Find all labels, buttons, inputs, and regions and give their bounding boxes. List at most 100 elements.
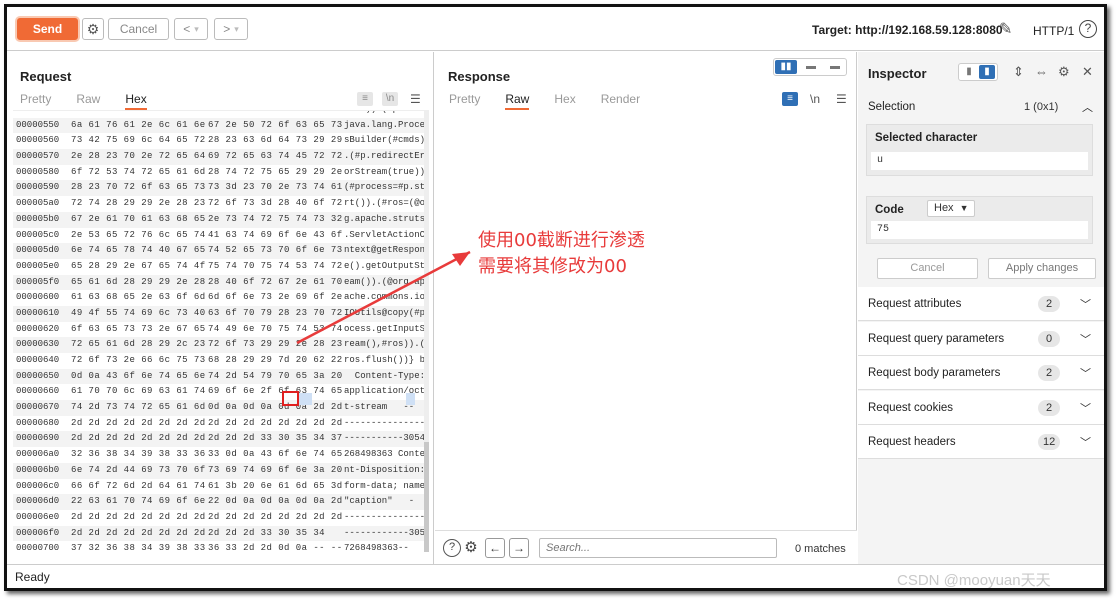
hex-row[interactable]: 00000660 61 70 70 6c 69 63 61 74 69 6f 6e … [13, 384, 428, 400]
inspector-section[interactable]: Request cookies 2 ﹀ [858, 390, 1104, 425]
request-tabs: Pretty Raw Hex [20, 92, 172, 110]
back-button[interactable]: < ▾ [174, 18, 208, 40]
chevron-down-icon[interactable]: ﹀ [1080, 331, 1091, 347]
inspector-section[interactable]: Request attributes 2 ﹀ [858, 287, 1104, 321]
forward-button[interactable]: > ▾ [214, 18, 248, 40]
hex-bytes-group2: 36 33 2d 2d 0d 0a -- -- [208, 543, 343, 552]
tab-raw[interactable]: Raw [76, 92, 100, 110]
hex-row[interactable]: 00000630 72 65 61 6d 28 29 2c 23 72 6f 73 … [13, 337, 428, 353]
hex-row[interactable]: 000006d0 22 63 61 70 74 69 6f 6e 22 0d 0a … [13, 494, 428, 510]
annotation-line-2: 需要将其修改为00 [478, 256, 627, 277]
gear-icon[interactable]: ⚙ [82, 18, 104, 40]
hex-row[interactable]: 00000670 74 2d 73 74 72 65 61 6d 0d 0a 0d … [13, 400, 428, 416]
tab-hex[interactable]: Hex [125, 92, 147, 110]
hex-bytes-group1: 61 63 68 65 2e 63 6f 6d [71, 292, 206, 303]
expand-icon[interactable]: ⇕ [1013, 64, 1024, 80]
selection-value: 1 (0x1) [1024, 101, 1059, 113]
hex-row[interactable]: 00000600 61 63 68 65 2e 63 6f 6d 6d 6f 6e … [13, 290, 428, 306]
next-match-button[interactable]: → [509, 538, 529, 558]
hex-row[interactable]: 000005a0 72 74 28 29 29 2e 28 23 72 6f 73 … [13, 196, 428, 212]
layout-right-icon[interactable]: ▮ [979, 65, 995, 79]
code-value-field[interactable]: 75 [871, 221, 1088, 239]
hex-offset: 00000610 [16, 307, 60, 318]
hex-row[interactable]: 00000610 49 4f 55 74 69 6c 73 40 63 6f 70 … [13, 305, 428, 322]
layout-left-icon[interactable]: ▮ [961, 65, 977, 79]
hex-row[interactable]: 00000690 2d 2d 2d 2d 2d 2d 2d 2d 2d 2d 2d … [13, 431, 428, 448]
cancel-changes-button[interactable]: Cancel [877, 258, 978, 279]
apply-changes-button[interactable]: Apply changes [988, 258, 1096, 279]
hex-row[interactable]: 00000540 23 65 6d 74 29 29 2e 28 23 70 3d … [13, 111, 428, 118]
hex-ascii: sBuilder(#cmds)) [344, 135, 428, 146]
tab-raw[interactable]: Raw [505, 92, 530, 110]
http-version[interactable]: HTTP/1 [1033, 24, 1074, 38]
hex-bytes-group2: 75 74 70 75 74 53 74 72 [208, 260, 343, 271]
hex-row[interactable]: 00000550 6a 61 76 61 2e 6c 61 6e 67 2e 50 … [13, 117, 428, 134]
settings-icon[interactable]: ⚙ [1058, 64, 1070, 80]
inspector-section[interactable]: Request body parameters 2 ﹀ [858, 356, 1104, 390]
split-horizontal-icon[interactable]: ▮▮ [775, 60, 797, 74]
collapse-icon[interactable]: ⇔ [1035, 64, 1048, 79]
newline-icon[interactable]: \n [810, 92, 820, 106]
send-button[interactable]: Send [17, 18, 78, 40]
hex-row[interactable]: 000006b0 6e 74 2d 44 69 73 70 6f 73 69 74 … [13, 462, 428, 479]
hex-ascii: ---------------- [344, 417, 428, 428]
chevron-down-icon[interactable]: ﹀ [1080, 400, 1091, 416]
wrap-icon[interactable]: ≡ [782, 92, 798, 106]
hex-row[interactable]: 000005c0 2e 53 65 72 76 6c 65 74 41 63 74 … [13, 228, 428, 244]
hex-row[interactable]: 000006a0 32 36 38 34 39 38 33 36 33 0d 0a … [13, 447, 428, 463]
chevron-down-icon[interactable]: ﹀ [1080, 296, 1091, 312]
hex-row[interactable]: 000005b0 67 2e 61 70 61 63 68 65 2e 73 74 … [13, 211, 428, 228]
wrap-icon[interactable]: ≡ [357, 92, 373, 106]
code-format-select[interactable]: Hex ▼ [927, 200, 975, 217]
tab-pretty[interactable]: Pretty [449, 92, 480, 110]
help-icon[interactable]: ? [1079, 20, 1097, 38]
hex-row[interactable]: 000005f0 65 61 6d 28 29 29 2e 28 28 40 6f … [13, 274, 428, 291]
hex-row[interactable]: 00000580 6f 72 53 74 72 65 61 6d 28 74 72 … [13, 165, 428, 181]
search-input[interactable] [539, 538, 777, 558]
section-count-badge: 2 [1038, 399, 1060, 416]
tab-hex[interactable]: Hex [554, 92, 575, 110]
chevron-down-icon[interactable]: ﹀ [1080, 434, 1091, 450]
prev-match-button[interactable]: ← [485, 538, 505, 558]
tab-pretty[interactable]: Pretty [20, 92, 51, 110]
inspector-section[interactable]: Request headers 12 ﹀ [858, 425, 1104, 459]
hex-editor[interactable]: 00000540 23 65 6d 74 29 29 2e 28 23 70 3d … [13, 110, 428, 552]
hex-row[interactable]: 00000700 37 32 36 38 34 39 38 33 36 33 2d … [13, 541, 428, 552]
help-icon[interactable]: ? [443, 539, 461, 557]
split-vertical-icon[interactable]: ▬ [800, 60, 822, 74]
hex-offset: 000005f0 [16, 276, 60, 287]
layout-toggle[interactable]: ▮▮ ▬ ▬ [773, 58, 847, 76]
hex-row[interactable]: 00000640 72 6f 73 2e 66 6c 75 73 68 28 29 … [13, 353, 428, 369]
hex-row[interactable]: 00000680 2d 2d 2d 2d 2d 2d 2d 2d 2d 2d 2d … [13, 416, 428, 432]
menu-icon[interactable]: ☰ [836, 92, 847, 106]
hex-row[interactable]: 000005e0 65 28 29 2e 67 65 74 4f 75 74 70 … [13, 259, 428, 275]
scrollbar-thumb[interactable] [424, 442, 429, 552]
newline-icon[interactable]: \n [382, 92, 398, 106]
hex-bytes-group2: 63 6f 70 79 28 23 70 72 [208, 307, 343, 318]
hex-row[interactable]: 000006f0 2d 2d 2d 2d 2d 2d 2d 2d 2d 2d 2d … [13, 525, 428, 542]
hex-row[interactable]: 000005d0 6e 74 65 78 74 40 67 65 74 52 65 … [13, 243, 428, 259]
hex-row[interactable]: 00000590 28 23 70 72 6f 63 65 73 73 3d 23 … [13, 180, 428, 197]
hex-row[interactable]: 00000620 6f 63 65 73 73 2e 67 65 74 49 6e … [13, 322, 428, 338]
hex-row[interactable]: 000006e0 2d 2d 2d 2d 2d 2d 2d 2d 2d 2d 2d … [13, 510, 428, 526]
inspector-layout-toggle[interactable]: ▮ ▮ [958, 63, 998, 81]
selected-character-title: Selected character [875, 132, 978, 144]
cancel-button[interactable]: Cancel [108, 18, 169, 40]
hex-bytes-group2: 2d 2d 2d 33 30 35 34 37 [208, 433, 343, 444]
close-icon[interactable]: ✕ [1082, 64, 1093, 80]
hex-row[interactable]: 00000560 73 42 75 69 6c 64 65 72 28 23 63 … [13, 133, 428, 149]
chevron-down-icon[interactable]: ﹀ [1080, 365, 1091, 381]
hex-row[interactable]: 00000570 2e 28 23 70 2e 72 65 64 69 72 65 … [13, 149, 428, 165]
tab-render[interactable]: Render [601, 92, 640, 110]
edit-pencil-icon[interactable]: ✎ [999, 19, 1012, 39]
single-pane-icon[interactable]: ▬ [824, 60, 846, 74]
chevron-up-icon[interactable]: ︿ [1082, 99, 1093, 115]
inspector-section[interactable]: Request query parameters 0 ﹀ [858, 321, 1104, 356]
selected-character-field[interactable]: u [871, 152, 1088, 170]
hex-row[interactable]: 00000650 0d 0a 43 6f 6e 74 65 6e 74 2d 54 … [13, 368, 428, 385]
hex-row[interactable]: 000006c0 66 6f 72 6d 2d 64 61 74 61 3b 20 … [13, 479, 428, 495]
settings-icon[interactable]: ⚙ [462, 539, 480, 557]
hex-offset: 00000620 [16, 323, 60, 334]
selection-row[interactable]: Selection 1 (0x1) ︿ [858, 92, 1104, 122]
menu-icon[interactable]: ☰ [410, 92, 421, 106]
